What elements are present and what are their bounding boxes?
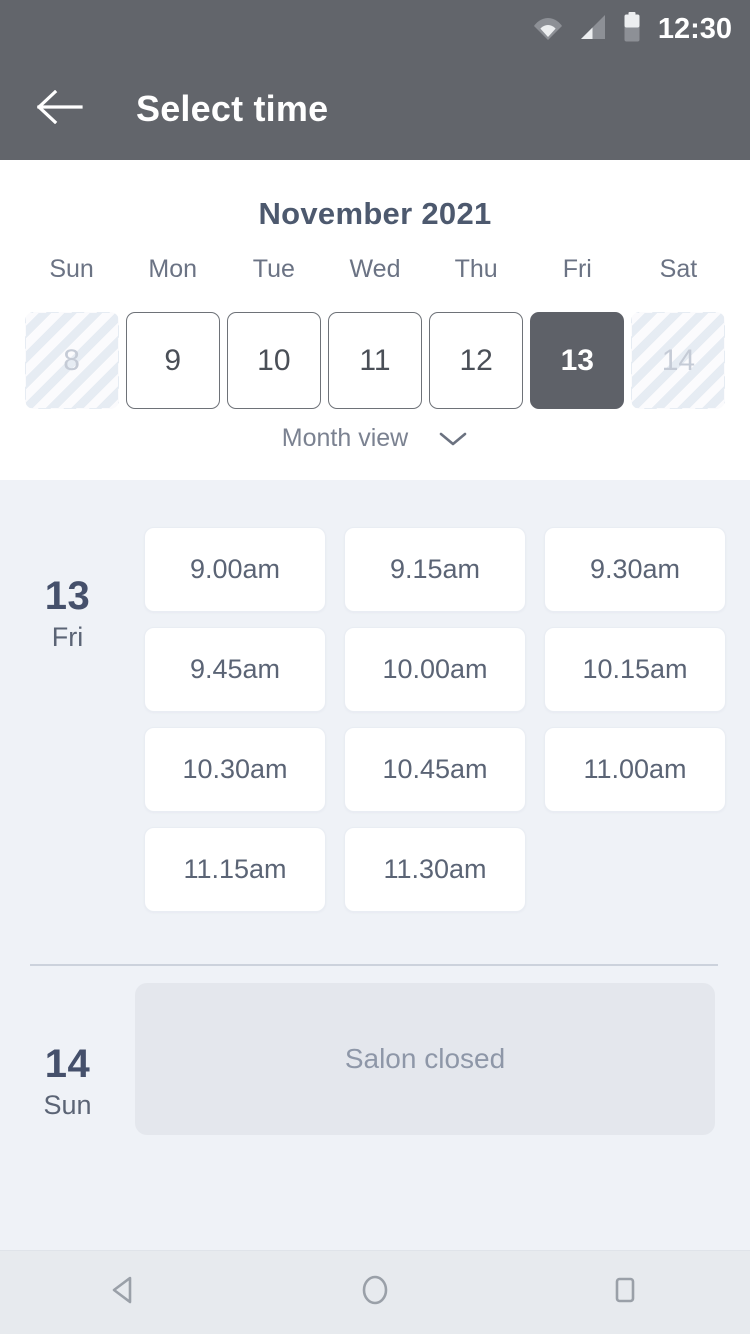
- schedule-day-group-13: 13 Fri 9.00am 9.15am 9.30am 9.45am 10.00…: [0, 480, 750, 919]
- time-slot-button[interactable]: 10.15am: [544, 626, 726, 712]
- month-view-label: Month view: [281, 424, 409, 452]
- time-slot-cell: 9.45am: [135, 619, 335, 719]
- weekday-label-wed: Wed: [349, 255, 401, 283]
- weekday-label-sun: Sun: [49, 255, 94, 283]
- schedule-date-column-14: 14 Sun: [0, 983, 135, 1121]
- circle-home-icon: [355, 1270, 395, 1315]
- schedule-date-number: 14: [44, 1042, 91, 1086]
- calendar-month-title: November 2021: [258, 196, 492, 231]
- time-slot-cell: 10.15am: [535, 619, 735, 719]
- schedule-list: 13 Fri 9.00am 9.15am 9.30am 9.45am 10.00…: [0, 480, 750, 1250]
- chevron-down-icon: [438, 430, 468, 448]
- time-slot-button[interactable]: 11.00am: [544, 726, 726, 812]
- salon-closed-banner: Salon closed: [135, 983, 715, 1135]
- back-button[interactable]: [22, 71, 98, 147]
- month-view-toggle[interactable]: Month view: [0, 424, 750, 453]
- square-recents-icon: [605, 1270, 645, 1315]
- status-icon-group: [533, 11, 641, 47]
- nav-back-button[interactable]: [70, 1251, 180, 1334]
- weekday-label-thu: Thu: [454, 255, 498, 283]
- calendar-day-12[interactable]: 12: [429, 312, 524, 409]
- time-slot-cell: 9.00am: [135, 519, 335, 619]
- time-slot-button[interactable]: 9.15am: [344, 526, 526, 612]
- nav-home-button[interactable]: [320, 1251, 430, 1334]
- time-slot-button[interactable]: 10.30am: [144, 726, 326, 812]
- app-screen: 12:30 Select time November 2021 Sun Mon …: [0, 0, 750, 1334]
- time-slot-button[interactable]: 10.45am: [344, 726, 526, 812]
- schedule-date-weekday: Fri: [51, 622, 84, 652]
- time-slot-cell: 10.00am: [335, 619, 535, 719]
- schedule-date-number: 13: [44, 574, 91, 618]
- arrow-left-icon: [36, 89, 83, 129]
- schedule-date-weekday: Sun: [43, 1090, 92, 1120]
- day-cell-slot: 10: [223, 312, 324, 409]
- calendar-day-14: 14: [631, 312, 726, 409]
- time-slot-button[interactable]: 9.30am: [544, 526, 726, 612]
- status-bar: 12:30: [0, 0, 750, 58]
- page-title: Select time: [136, 88, 329, 129]
- battery-icon: [623, 11, 641, 47]
- calendar-day-8: 8: [24, 312, 119, 409]
- day-cell-slot: 14: [628, 312, 729, 409]
- app-bar: Select time: [0, 58, 750, 160]
- time-slot-button[interactable]: 10.00am: [344, 626, 526, 712]
- time-slot-button[interactable]: 11.15am: [144, 826, 326, 912]
- day-cell-slot: 9: [122, 312, 223, 409]
- calendar-day-11[interactable]: 11: [327, 312, 422, 409]
- calendar-weekday-row: Sun Mon Tue Wed Thu Fri Sat: [21, 255, 729, 284]
- android-navigation-bar: [0, 1250, 750, 1334]
- time-slot-button[interactable]: 9.45am: [144, 626, 326, 712]
- signal-icon: [580, 14, 606, 45]
- time-slot-cell: 11.15am: [135, 819, 335, 919]
- time-slot-cell: 10.45am: [335, 719, 535, 819]
- calendar-panel: November 2021 Sun Mon Tue Wed Thu Fri Sa…: [0, 160, 750, 480]
- day-cell-slot: 8: [21, 312, 122, 409]
- time-slot-cell: 11.00am: [535, 719, 735, 819]
- time-slot-button[interactable]: 11.30am: [344, 826, 526, 912]
- day-cell-slot: 11: [324, 312, 425, 409]
- calendar-day-10[interactable]: 10: [226, 312, 321, 409]
- time-slot-cell: 9.30am: [535, 519, 735, 619]
- calendar-days-row: 8 9 10 11 12 13 14: [21, 312, 729, 409]
- wifi-icon: [533, 14, 563, 45]
- time-slot-grid: 9.00am 9.15am 9.30am 9.45am 10.00am 10.1…: [135, 519, 750, 919]
- time-slot-cell: 11.30am: [335, 819, 535, 919]
- weekday-label-fri: Fri: [562, 255, 592, 283]
- schedule-day-group-14: 14 Sun Salon closed: [0, 919, 750, 1135]
- time-slot-button[interactable]: 9.00am: [144, 526, 326, 612]
- schedule-date-column-13: 13 Fri: [0, 519, 135, 653]
- time-slot-cell: 10.30am: [135, 719, 335, 819]
- day-cell-slot: 13: [527, 312, 628, 409]
- schedule-day-body: 14 Sun Salon closed: [0, 983, 750, 1135]
- calendar-day-9[interactable]: 9: [125, 312, 220, 409]
- day-cell-slot: 12: [426, 312, 527, 409]
- weekday-label-mon: Mon: [148, 255, 198, 283]
- weekday-label-sat: Sat: [659, 255, 698, 283]
- calendar-day-13-selected[interactable]: 13: [530, 312, 625, 409]
- triangle-back-icon: [105, 1270, 145, 1315]
- schedule-day-body: 13 Fri 9.00am 9.15am 9.30am 9.45am 10.00…: [0, 519, 750, 919]
- time-slot-cell: 9.15am: [335, 519, 535, 619]
- closed-day-container: Salon closed: [135, 983, 750, 1135]
- status-bar-clock: 12:30: [657, 12, 732, 45]
- nav-recents-button[interactable]: [570, 1251, 680, 1334]
- weekday-label-tue: Tue: [252, 255, 295, 283]
